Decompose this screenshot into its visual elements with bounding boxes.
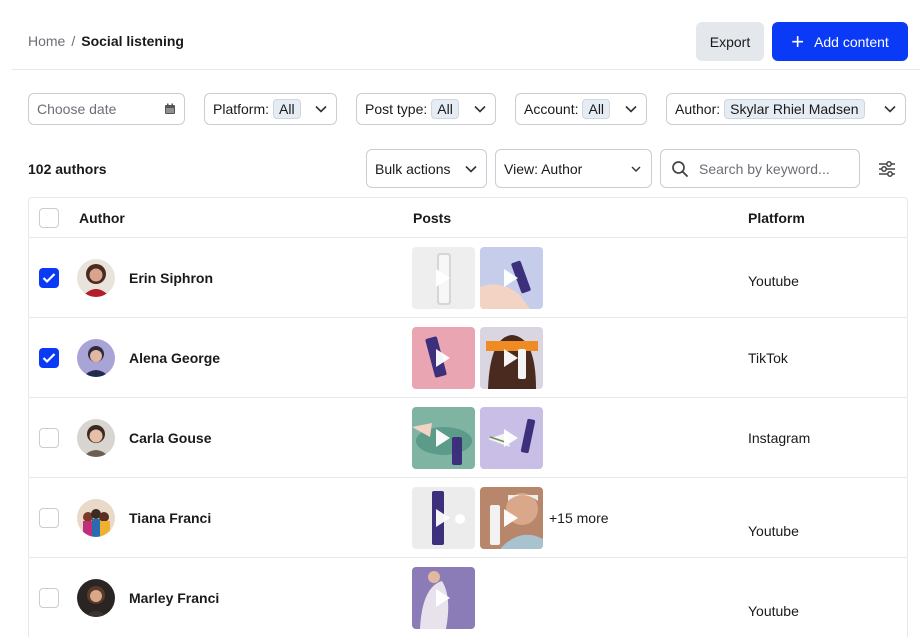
post-thumbnail[interactable] — [480, 327, 543, 389]
account-filter[interactable]: Account: All — [515, 93, 647, 125]
avatar — [77, 579, 115, 617]
post-thumbnail[interactable] — [412, 567, 475, 629]
account-filter-label: Account: — [524, 101, 579, 117]
play-icon — [436, 509, 450, 527]
avatar — [77, 499, 115, 537]
breadcrumb-home[interactable]: Home — [28, 33, 65, 49]
play-icon — [436, 589, 450, 607]
checkmark-icon — [42, 353, 56, 364]
author-filter-label: Author: — [675, 101, 721, 117]
avatar — [77, 339, 115, 377]
play-icon — [436, 269, 450, 287]
view-label: View: Author — [504, 160, 583, 177]
post-thumbnail[interactable] — [412, 247, 475, 309]
post-thumbnail[interactable] — [480, 407, 543, 469]
play-icon — [504, 269, 518, 287]
platform-filter[interactable]: Platform: All — [204, 93, 337, 125]
table-row[interactable]: Carla Gouse Instagram — [29, 398, 907, 478]
export-button[interactable]: Export — [696, 22, 764, 61]
row-checkbox[interactable] — [39, 508, 59, 528]
post-type-filter-value: All — [431, 99, 459, 119]
plus-icon: + — [791, 28, 805, 54]
post-thumbnail[interactable] — [412, 407, 475, 469]
chevron-down-icon — [465, 165, 477, 173]
author-name[interactable]: Tiana Franci — [129, 510, 211, 526]
row-checkbox[interactable] — [39, 428, 59, 448]
table-row[interactable]: Tiana Franci +15 more Youtube — [29, 478, 907, 558]
post-thumbnail[interactable] — [412, 487, 475, 549]
author-filter[interactable]: Author: Skylar Rhiel Madsen — [666, 93, 906, 125]
post-type-filter[interactable]: Post type: All — [356, 93, 496, 125]
breadcrumb-current: Social listening — [81, 33, 184, 49]
column-header-author[interactable]: Author — [79, 210, 125, 226]
avatar — [77, 259, 115, 297]
column-header-platform[interactable]: Platform — [748, 210, 805, 226]
view-dropdown[interactable]: View: Author — [495, 149, 652, 188]
add-content-button[interactable]: + Add content — [772, 22, 908, 61]
author-name[interactable]: Erin Siphron — [129, 270, 213, 286]
platform-filter-value: All — [273, 99, 301, 119]
platform-name: Youtube — [748, 603, 799, 619]
author-name[interactable]: Marley Franci — [129, 590, 219, 606]
play-icon — [436, 349, 450, 367]
select-all-checkbox[interactable] — [39, 208, 59, 228]
post-type-filter-label: Post type: — [365, 101, 428, 117]
author-name[interactable]: Alena George — [129, 350, 220, 366]
author-count: 102 authors — [28, 161, 107, 177]
bulk-actions-dropdown[interactable]: Bulk actions — [366, 149, 487, 188]
play-icon — [504, 429, 518, 447]
table-header: Author Posts Platform — [29, 198, 907, 238]
date-picker[interactable]: Choose date — [28, 93, 185, 125]
table-row[interactable]: Erin Siphron Youtube — [29, 238, 907, 318]
platform-name: Youtube — [748, 273, 799, 289]
play-icon — [436, 429, 450, 447]
author-filter-value: Skylar Rhiel Madsen — [724, 99, 865, 119]
row-checkbox[interactable] — [39, 348, 59, 368]
platform-filter-label: Platform: — [213, 101, 270, 117]
chevron-down-icon — [884, 105, 896, 113]
authors-table: Author Posts Platform Erin Siphron Youtu… — [28, 197, 908, 637]
breadcrumb-separator: / — [71, 33, 76, 49]
search-input[interactable] — [699, 160, 849, 177]
search-box — [660, 149, 860, 188]
post-thumbnail[interactable] — [480, 247, 543, 309]
author-name[interactable]: Carla Gouse — [129, 430, 211, 446]
row-checkbox[interactable] — [39, 268, 59, 288]
checkmark-icon — [42, 273, 56, 284]
avatar — [77, 419, 115, 457]
column-header-posts[interactable]: Posts — [413, 210, 451, 226]
date-placeholder: Choose date — [37, 101, 117, 117]
chevron-down-icon — [315, 105, 327, 113]
play-icon — [504, 509, 518, 527]
table-row[interactable]: Marley Franci Youtube — [29, 558, 907, 637]
chevron-down-icon — [474, 105, 486, 113]
bulk-actions-label: Bulk actions — [375, 160, 451, 177]
row-checkbox[interactable] — [39, 588, 59, 608]
chevron-down-icon — [625, 105, 637, 113]
account-filter-value: All — [582, 99, 611, 119]
breadcrumb: Home / Social listening — [28, 33, 184, 49]
platform-name: TikTok — [748, 350, 788, 366]
search-icon — [672, 160, 688, 177]
platform-name: Youtube — [748, 523, 799, 539]
calendar-icon — [165, 103, 175, 114]
add-content-label: Add content — [814, 33, 889, 50]
post-thumbnail[interactable] — [480, 487, 543, 549]
platform-name: Instagram — [748, 430, 811, 446]
post-thumbnail[interactable] — [412, 327, 475, 389]
more-posts-link[interactable]: +15 more — [549, 510, 609, 526]
chevron-down-icon — [631, 166, 641, 172]
table-row[interactable]: Alena George TikTok — [29, 318, 907, 398]
filter-settings-icon[interactable] — [876, 158, 898, 180]
play-icon — [504, 349, 518, 367]
